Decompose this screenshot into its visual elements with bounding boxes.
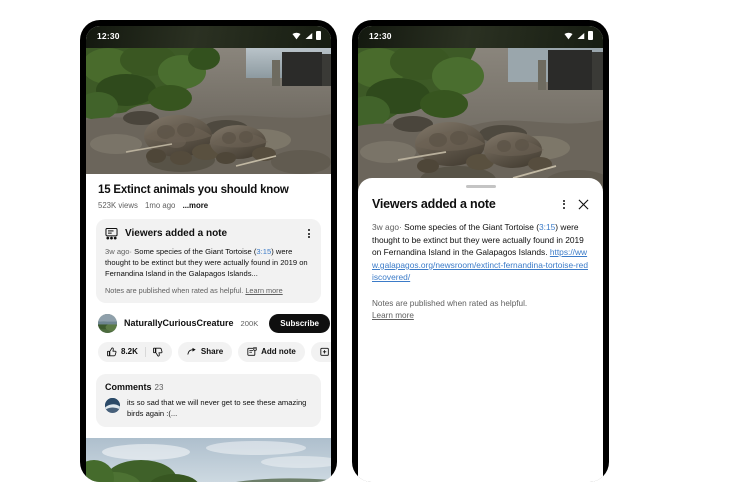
status-bar-left: 12:30 <box>86 26 331 48</box>
add-note-chip[interactable]: Add note <box>238 341 305 362</box>
sheet-header-actions <box>561 198 589 211</box>
cellular-icon <box>305 33 313 39</box>
comments-count: 23 <box>154 382 164 392</box>
next-thumbnail-illustration <box>86 438 331 482</box>
subscriber-count: 200K <box>240 318 259 328</box>
note-card-title: Viewers added a note <box>125 228 228 240</box>
note-card-header: Viewers added a note <box>105 227 312 240</box>
share-icon <box>187 347 196 355</box>
close-icon[interactable] <box>578 199 589 210</box>
video-details: 15 Extinct animals you should know 523K … <box>86 174 331 482</box>
sheet-note-separator: · <box>399 222 402 232</box>
video-thumbnail[interactable] <box>86 48 331 174</box>
sheet-note-text-part1: Some species of the Giant Tortoise ( <box>404 222 539 232</box>
note-bottom-sheet: Viewers added a note 3w ago· Some specie… <box>358 178 603 482</box>
save-chip[interactable]: Sa <box>310 341 331 362</box>
sheet-title: Viewers added a note <box>372 197 496 211</box>
battery-icon <box>588 31 593 40</box>
status-time: 12:30 <box>97 31 120 41</box>
sheet-note-video-timestamp[interactable]: 3:15 <box>539 222 555 232</box>
thumbs-down-icon[interactable] <box>152 347 163 357</box>
comment-avatar[interactable] <box>105 397 120 413</box>
channel-avatar[interactable] <box>98 313 117 333</box>
wifi-icon <box>564 32 573 40</box>
note-separator: · <box>129 247 133 257</box>
kebab-menu-icon[interactable] <box>561 198 567 211</box>
status-bar-right: 12:30 <box>358 26 603 48</box>
comments-section[interactable]: Comments 23 its so sad that we will never… <box>96 373 321 428</box>
like-dislike-chip[interactable]: 8.2K <box>98 341 172 362</box>
avatar-image <box>98 313 117 333</box>
comment-text: its so sad that we will never get to see… <box>127 397 307 418</box>
note-card-footer: Notes are published when rated as helpfu… <box>105 286 312 295</box>
comment-item: its so sad that we will never get to see… <box>105 397 312 420</box>
wifi-icon <box>292 32 301 40</box>
sheet-footer: Notes are published when rated as helpfu… <box>372 298 589 323</box>
phone-screen-right: 12:30 Viewers added a note 3w ago· Some … <box>358 26 603 482</box>
comments-title: Comments <box>105 381 152 392</box>
next-video-thumbnail[interactable] <box>86 438 331 482</box>
like-count: 8.2K <box>121 347 138 357</box>
share-chip[interactable]: Share <box>177 341 233 362</box>
thumbs-up-icon[interactable] <box>107 347 117 357</box>
phone-screen-left: 12:30 15 Extinct animals you should know… <box>86 26 331 482</box>
comments-header: Comments 23 <box>105 382 312 392</box>
action-chips-row: 8.2K Share Add note <box>86 333 331 362</box>
thumbnail-illustration <box>86 48 331 174</box>
note-card-body: 3w ago· Some species of the Giant Tortoi… <box>105 247 312 279</box>
subscribe-button[interactable]: Subscribe <box>269 313 330 333</box>
save-icon <box>320 347 329 356</box>
sheet-header: Viewers added a note <box>372 197 589 211</box>
share-label: Share <box>200 347 224 357</box>
status-icons-right <box>564 31 593 40</box>
sheet-drag-handle[interactable] <box>465 185 496 188</box>
note-learn-more-link[interactable]: Learn more <box>245 286 282 295</box>
kebab-menu-icon[interactable] <box>306 227 312 240</box>
note-video-timestamp[interactable]: 3:15 <box>256 247 271 256</box>
note-text-part1: Some species of the Giant Tortoise ( <box>134 247 257 257</box>
video-title: 15 Extinct animals you should know <box>98 184 289 196</box>
viewer-note-icon <box>105 227 118 240</box>
battery-icon <box>316 31 321 40</box>
sheet-footer-text: Notes are published when rated as helpfu… <box>372 299 528 309</box>
more-link[interactable]: ...more <box>183 201 209 210</box>
status-icons <box>292 31 321 40</box>
add-note-icon <box>247 346 258 356</box>
view-count: 523K views <box>98 201 138 211</box>
chip-divider <box>144 346 146 357</box>
sheet-note-body: 3w ago· Some species of the Giant Tortoi… <box>372 221 589 284</box>
publish-date: 1mo ago <box>145 201 176 211</box>
note-footer-text: Notes are published when rated as helpfu… <box>105 285 246 295</box>
viewer-note-card[interactable]: Viewers added a note 3w ago· Some specie… <box>96 219 321 303</box>
video-metadata[interactable]: 523K views 1mo ago ...more <box>86 197 331 210</box>
sheet-learn-more-link[interactable]: Learn more <box>372 311 414 320</box>
comment-avatar-image <box>105 397 120 413</box>
cellular-icon <box>577 33 585 39</box>
note-timestamp: 3w ago <box>105 247 130 257</box>
channel-row: NaturallyCuriousCreature 200K Subscribe <box>86 303 331 333</box>
phone-mockup-left: 12:30 15 Extinct animals you should know… <box>80 20 337 482</box>
status-time-right: 12:30 <box>369 31 392 41</box>
phone-mockup-right: 12:30 Viewers added a note 3w ago· Some … <box>352 20 609 482</box>
screenshot-canvas: 12:30 15 Extinct animals you should know… <box>0 0 750 500</box>
channel-name[interactable]: NaturallyCuriousCreature <box>124 318 234 328</box>
sheet-note-timestamp: 3w ago <box>372 222 400 232</box>
add-note-label: Add note <box>261 347 296 357</box>
